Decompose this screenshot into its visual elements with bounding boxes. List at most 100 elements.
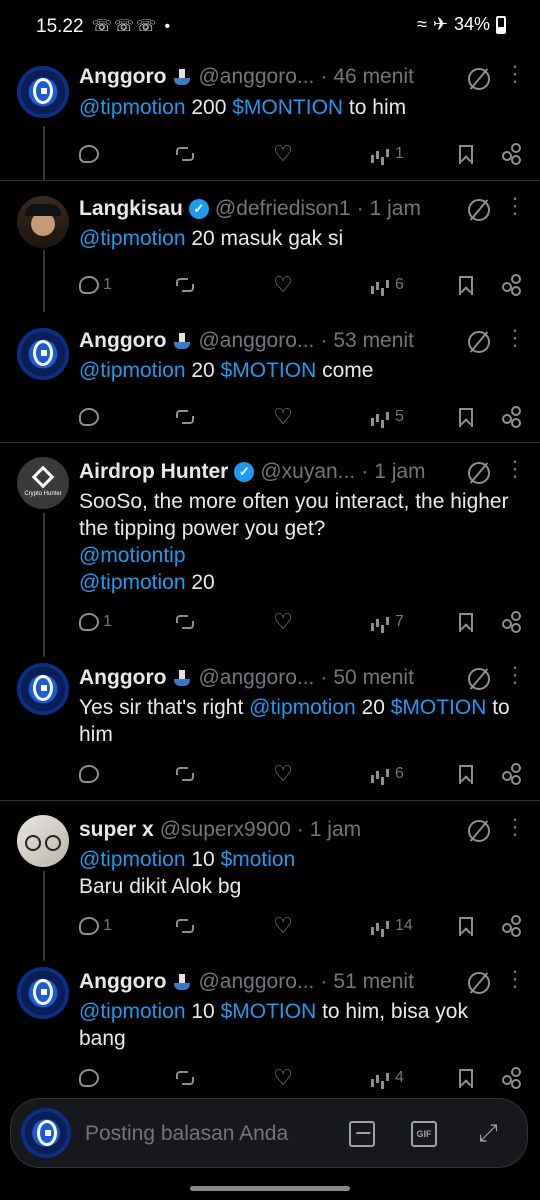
author-handle[interactable]: @anggoro... <box>198 666 314 690</box>
avatar[interactable] <box>17 663 69 715</box>
reply-button[interactable]: 1 <box>79 912 112 940</box>
bookmark-button[interactable] <box>459 140 473 168</box>
views-button[interactable]: 7 <box>369 608 404 636</box>
author-name[interactable]: Airdrop Hunter <box>79 460 228 484</box>
tweet-time[interactable]: 51 menit <box>333 970 414 994</box>
mention-link[interactable]: @tipmotion <box>79 571 186 594</box>
retweet-button[interactable] <box>174 271 196 299</box>
like-button[interactable]: ♡ <box>272 608 294 636</box>
share-button[interactable] <box>500 608 522 636</box>
grok-icon[interactable] <box>468 331 490 353</box>
grok-icon[interactable] <box>468 68 490 90</box>
tweet[interactable]: Anggoro @anggoro... · 50 menit ⋮ Yes sir… <box>0 657 540 801</box>
retweet-button[interactable] <box>174 760 196 788</box>
like-button[interactable]: ♡ <box>272 1064 294 1092</box>
views-button[interactable]: 6 <box>369 271 404 299</box>
bookmark-button[interactable] <box>459 403 473 431</box>
share-button[interactable] <box>500 403 522 431</box>
avatar[interactable] <box>17 196 69 248</box>
cashtag-link[interactable]: $MOTION <box>391 696 487 719</box>
avatar[interactable] <box>17 66 69 118</box>
author-name[interactable]: Anggoro <box>79 329 166 353</box>
reply-input[interactable] <box>83 1117 337 1151</box>
share-button[interactable] <box>500 140 522 168</box>
more-icon[interactable]: ⋮ <box>504 968 526 997</box>
like-button[interactable]: ♡ <box>272 271 294 299</box>
avatar[interactable] <box>17 328 69 380</box>
tweet-time[interactable]: 46 menit <box>333 65 414 89</box>
avatar[interactable]: Crypto Hunter <box>17 457 69 509</box>
author-name[interactable]: Anggoro <box>79 65 166 89</box>
author-handle[interactable]: @anggoro... <box>198 970 314 994</box>
like-button[interactable]: ♡ <box>272 760 294 788</box>
views-button[interactable]: 6 <box>369 760 404 788</box>
author-handle[interactable]: @xuyan... <box>260 460 355 484</box>
reply-button[interactable] <box>79 140 103 168</box>
share-button[interactable] <box>500 1064 522 1092</box>
expand-icon[interactable]: ⤢ <box>475 1121 501 1147</box>
mention-link[interactable]: @tipmotion <box>79 359 186 382</box>
author-name[interactable]: Anggoro <box>79 666 166 690</box>
bookmark-button[interactable] <box>459 271 473 299</box>
share-button[interactable] <box>500 760 522 788</box>
retweet-button[interactable] <box>174 912 196 940</box>
views-button[interactable]: 1 <box>369 140 404 168</box>
author-name[interactable]: super x <box>79 818 154 842</box>
grok-icon[interactable] <box>468 462 490 484</box>
bookmark-button[interactable] <box>459 1064 473 1092</box>
tweet-time[interactable]: 1 jam <box>374 460 425 484</box>
bookmark-button[interactable] <box>459 760 473 788</box>
mention-link[interactable]: @motiontip <box>79 544 186 567</box>
bookmark-button[interactable] <box>459 608 473 636</box>
more-icon[interactable]: ⋮ <box>504 664 526 693</box>
image-icon[interactable] <box>349 1121 375 1147</box>
views-button[interactable]: 5 <box>369 403 404 431</box>
tweet[interactable]: Anggoro @anggoro... · 51 menit ⋮ @tipmot… <box>0 961 540 1096</box>
reply-button[interactable]: 1 <box>79 608 112 636</box>
mention-link[interactable]: @tipmotion <box>79 1000 186 1023</box>
author-name[interactable]: Langkisau <box>79 197 183 221</box>
retweet-button[interactable] <box>174 608 196 636</box>
grok-icon[interactable] <box>468 668 490 690</box>
tweet[interactable]: super x @superx9900 · 1 jam ⋮ @tipmotion… <box>0 801 540 961</box>
reply-button[interactable] <box>79 1064 103 1092</box>
avatar[interactable] <box>17 815 69 867</box>
more-icon[interactable]: ⋮ <box>504 195 526 224</box>
like-button[interactable]: ♡ <box>272 403 294 431</box>
cashtag-link[interactable]: $MOTION <box>221 359 317 382</box>
bookmark-button[interactable] <box>459 912 473 940</box>
author-handle[interactable]: @anggoro... <box>198 65 314 89</box>
retweet-button[interactable] <box>174 403 196 431</box>
tweet-time[interactable]: 1 jam <box>310 818 361 842</box>
share-button[interactable] <box>500 912 522 940</box>
author-handle[interactable]: @anggoro... <box>198 329 314 353</box>
retweet-button[interactable] <box>174 1064 196 1092</box>
tweet[interactable]: Anggoro @anggoro... · 46 menit ⋮ @tipmot… <box>0 56 540 181</box>
tweet[interactable]: Langkisau ✓ @defriedison1 · 1 jam ⋮ @tip… <box>0 180 540 312</box>
reply-button[interactable] <box>79 403 103 431</box>
author-handle[interactable]: @defriedison1 <box>215 197 351 221</box>
views-button[interactable]: 4 <box>369 1064 404 1092</box>
share-button[interactable] <box>500 271 522 299</box>
mention-link[interactable]: @tipmotion <box>79 848 186 871</box>
like-button[interactable]: ♡ <box>272 140 294 168</box>
tweet-time[interactable]: 50 menit <box>333 666 414 690</box>
retweet-button[interactable] <box>174 140 196 168</box>
mention-link[interactable]: @tipmotion <box>79 96 186 119</box>
views-button[interactable]: 14 <box>369 912 413 940</box>
reply-button[interactable] <box>79 760 103 788</box>
mention-link[interactable]: @tipmotion <box>79 227 186 250</box>
tweet[interactable]: Anggoro @anggoro... · 53 menit ⋮ @tipmot… <box>0 312 540 443</box>
cashtag-link[interactable]: $MONTION <box>232 96 343 119</box>
more-icon[interactable]: ⋮ <box>504 63 526 92</box>
grok-icon[interactable] <box>468 199 490 221</box>
more-icon[interactable]: ⋮ <box>504 816 526 845</box>
cashtag-link[interactable]: $MOTION <box>221 1000 317 1023</box>
author-handle[interactable]: @superx9900 <box>160 818 291 842</box>
gif-icon[interactable]: GIF <box>411 1121 437 1147</box>
tweet-time[interactable]: 53 menit <box>333 329 414 353</box>
mention-link[interactable]: @tipmotion <box>249 696 356 719</box>
more-icon[interactable]: ⋮ <box>504 458 526 487</box>
reply-button[interactable]: 1 <box>79 271 112 299</box>
avatar[interactable] <box>17 967 69 1019</box>
